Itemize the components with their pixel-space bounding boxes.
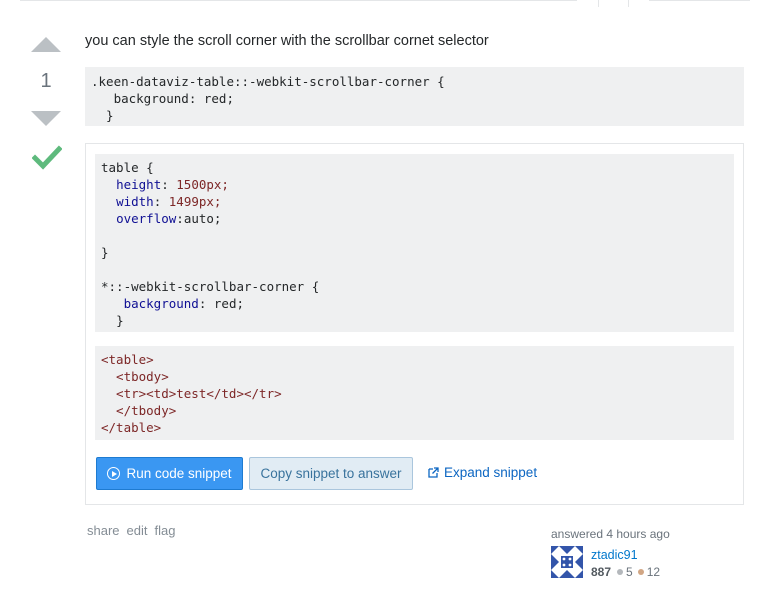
run-label: Run code snippet — [126, 466, 232, 481]
expand-label: Expand snippet — [444, 465, 538, 480]
snippet-html: <table> <tbody> <tr><td>test</td></tr> <… — [95, 346, 734, 440]
copy-label: Copy snippet to answer — [260, 466, 402, 481]
play-circle-icon — [107, 467, 121, 480]
edit-link[interactable]: edit — [127, 523, 148, 538]
expand-snippet-link[interactable]: Expand snippet — [428, 465, 537, 480]
vote-count: 1 — [40, 70, 52, 92]
avatar[interactable] — [551, 546, 583, 578]
answered-time: answered 4 hours ago — [551, 527, 670, 541]
bronze-badge-count: 12 — [646, 565, 661, 579]
post-menu: share edit flag — [87, 523, 175, 538]
bronze-badge-icon — [637, 569, 644, 575]
top-divider — [20, 0, 750, 8]
silver-badge-icon — [617, 569, 624, 575]
share-link[interactable]: share — [87, 523, 120, 538]
run-code-snippet-button[interactable]: Run code snippet — [96, 457, 243, 490]
user-name-link[interactable]: ztadic91 — [591, 548, 638, 562]
user-card: answered 4 hours ago ztadic91 887 5 12 — [551, 527, 741, 579]
code-block-selector: .keen-dataviz-table::-webkit-scrollbar-c… — [85, 67, 744, 126]
accepted-checkmark-icon — [32, 145, 62, 170]
flag-link[interactable]: flag — [155, 523, 176, 538]
upvote-arrow-icon[interactable] — [31, 37, 61, 52]
user-stats: 887 5 12 — [591, 565, 660, 579]
external-link-icon — [428, 467, 439, 478]
silver-badge-count: 5 — [626, 565, 633, 579]
copy-snippet-button[interactable]: Copy snippet to answer — [249, 457, 413, 490]
code-snippet: table { height: 1500px; width: 1499px; o… — [85, 143, 744, 505]
answer-text: you can style the scroll corner with the… — [85, 33, 489, 49]
downvote-arrow-icon[interactable] — [31, 111, 61, 126]
snippet-css: table { height: 1500px; width: 1499px; o… — [95, 154, 734, 332]
reputation-score: 887 — [591, 565, 612, 579]
